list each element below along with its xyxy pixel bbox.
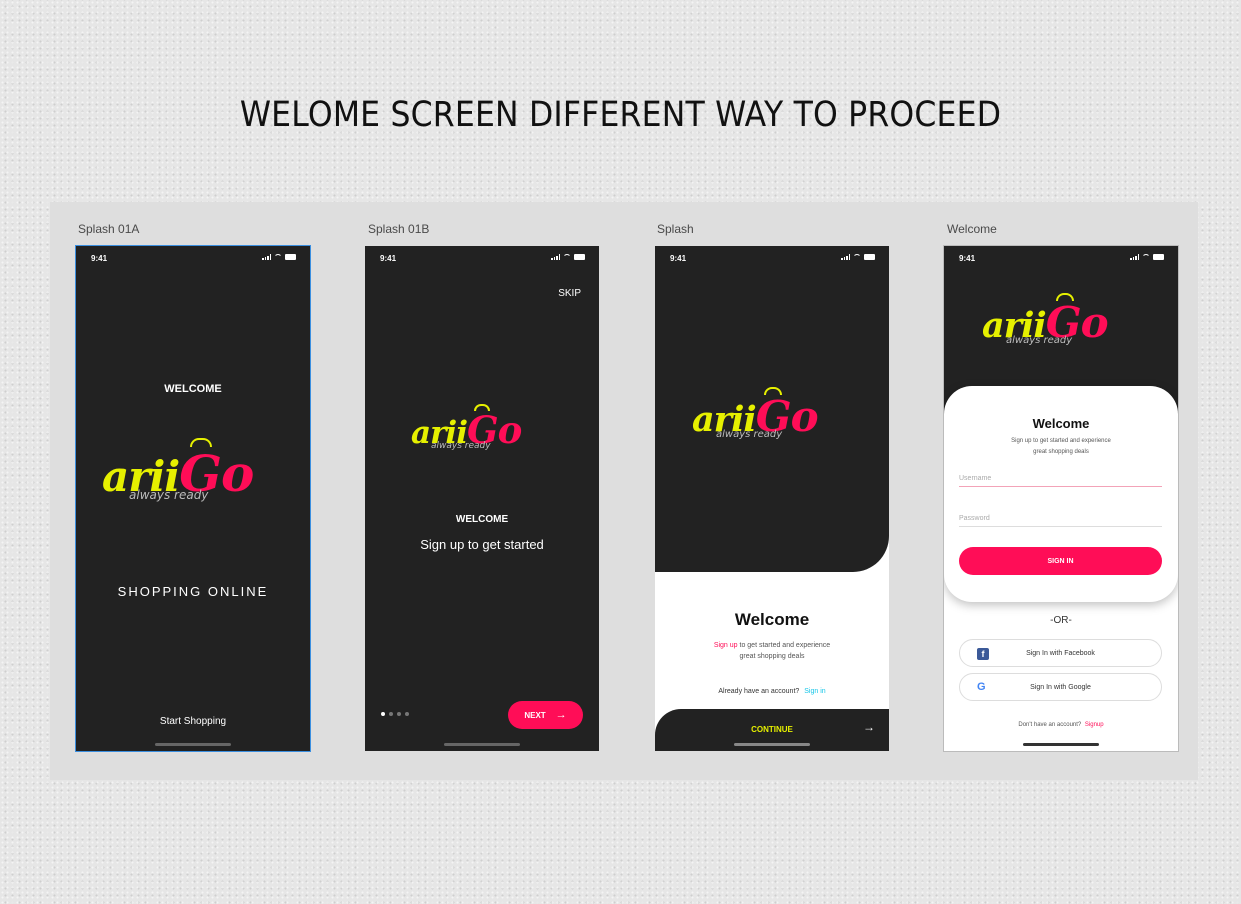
wifi-icon [563, 254, 571, 260]
battery-icon [1153, 254, 1164, 260]
artboard-label-splash-01a[interactable]: Splash 01A [78, 222, 139, 236]
battery-icon [574, 254, 585, 260]
welcome-label: WELCOME [164, 383, 222, 395]
already-account-row: Already have an account? Sign in [718, 688, 826, 695]
status-bar: 9:41 [365, 246, 599, 270]
status-bar: 9:41 [655, 246, 889, 270]
artboard-label-splash[interactable]: Splash [657, 222, 694, 236]
signal-icon [841, 254, 850, 260]
signup-link[interactable]: Signup [1085, 722, 1104, 728]
shopping-online-label: SHOPPING ONLINE [117, 584, 269, 599]
status-time: 9:41 [380, 254, 397, 263]
signin-button[interactable]: SIGN IN [959, 547, 1162, 575]
arrigo-logo: ariiGo always ready [982, 293, 1152, 358]
page-indicator[interactable] [381, 712, 409, 716]
screen-splash[interactable]: 9:41 ariiGo always ready Welcome Sign up… [655, 246, 889, 751]
signal-icon [262, 254, 271, 260]
welcome-label: WELCOME [455, 514, 509, 525]
username-field[interactable]: Username [959, 475, 1162, 487]
signup-row: Don't have an account? Signup [1018, 722, 1104, 728]
arrow-right-icon: → [555, 709, 567, 721]
home-indicator [734, 743, 810, 746]
google-signin-button[interactable]: G Sign In with Google [959, 673, 1162, 701]
home-indicator [155, 743, 231, 746]
start-shopping-button[interactable]: Start Shopping [76, 716, 310, 727]
welcome-heading: Welcome [1032, 416, 1090, 431]
status-time: 9:41 [91, 254, 108, 263]
battery-icon [864, 254, 875, 260]
facebook-icon: f [977, 648, 989, 660]
screen-welcome[interactable]: 9:41 ariiGo always ready Welcome Sign up… [943, 245, 1179, 752]
next-button[interactable]: NEXT → [508, 701, 583, 729]
arrow-right-icon: → [863, 720, 875, 734]
arrigo-logo: ariiGo always ready [102, 438, 292, 514]
wifi-icon [853, 254, 861, 260]
status-time: 9:41 [959, 254, 976, 263]
page-title: WELOME SCREEN DIFFERENT WAY TO PROCEED [239, 95, 1002, 135]
screen-splash-01a[interactable]: 9:41 WELCOME ariiGo always ready SHOPPIN… [75, 245, 311, 752]
skip-button[interactable]: SKIP [558, 288, 581, 299]
facebook-signin-button[interactable]: f Sign In with Facebook [959, 639, 1162, 667]
arrigo-logo: ariiGo always ready [692, 387, 862, 452]
signin-card: Welcome Sign up to get started and exper… [944, 386, 1178, 602]
battery-icon [285, 254, 296, 260]
status-bar: 9:41 [76, 246, 310, 270]
home-indicator [1023, 743, 1099, 746]
welcome-description: Sign up to get started and experience gre… [1011, 438, 1111, 455]
arrigo-logo: ariiGo always ready [411, 404, 561, 463]
google-icon: G [977, 681, 986, 693]
or-divider: -OR- [1050, 615, 1072, 626]
signup-subtitle: Sign up to get started [420, 537, 544, 552]
password-field[interactable]: Password [959, 515, 1162, 527]
wifi-icon [274, 254, 282, 260]
artboard-label-welcome[interactable]: Welcome [947, 222, 997, 236]
artboard-label-splash-01b[interactable]: Splash 01B [368, 222, 429, 236]
signup-link[interactable]: Sign up [714, 642, 738, 649]
welcome-description: Sign up to get started and experience gr… [713, 642, 831, 660]
status-time: 9:41 [670, 254, 687, 263]
status-bar: 9:41 [944, 246, 1178, 270]
screen-splash-01b[interactable]: 9:41 SKIP ariiGo always ready WELCOME Si… [365, 246, 599, 751]
welcome-heading: Welcome [734, 610, 810, 629]
wifi-icon [1142, 254, 1150, 260]
home-indicator [444, 743, 520, 746]
signal-icon [551, 254, 560, 260]
signal-icon [1130, 254, 1139, 260]
signin-link[interactable]: Sign in [804, 688, 825, 695]
